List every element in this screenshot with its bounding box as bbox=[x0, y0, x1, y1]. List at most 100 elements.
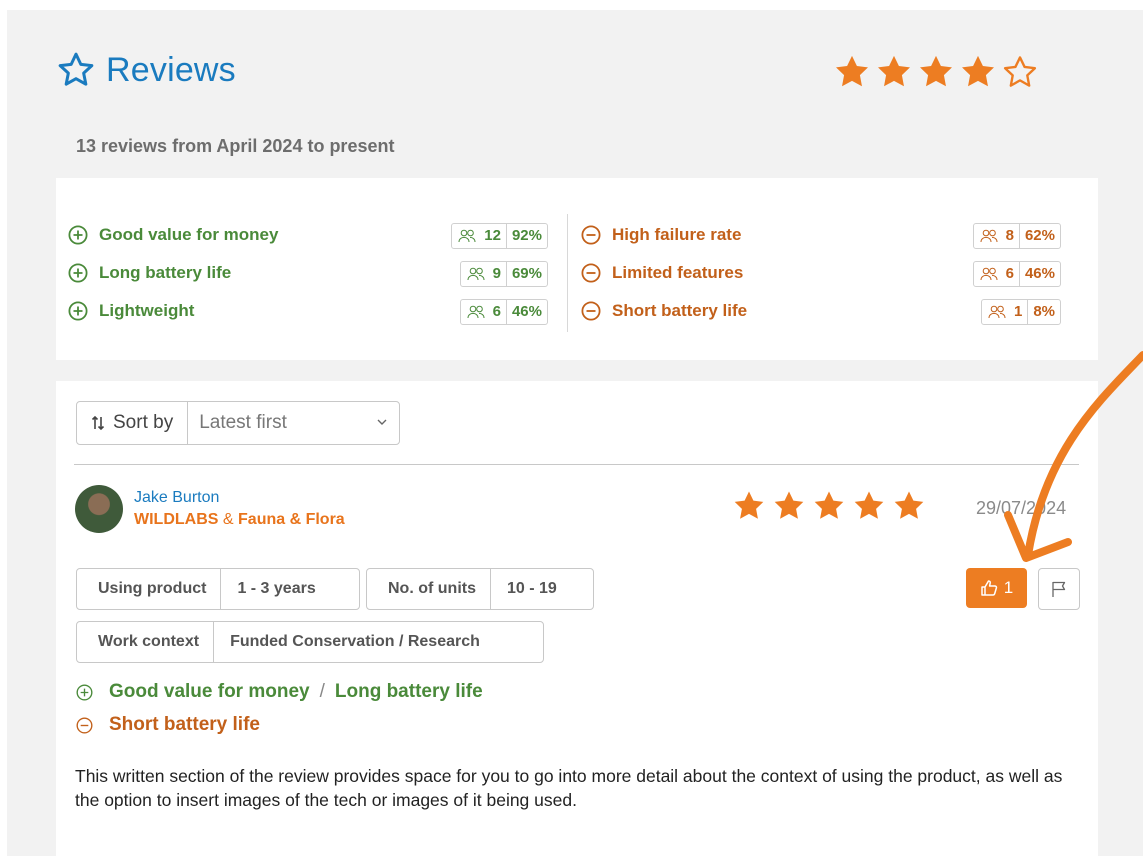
con-percent: 62% bbox=[1018, 224, 1060, 248]
review-pros: Good value for money / Long battery life bbox=[76, 681, 483, 703]
con-summary-row: High failure rate 8 62% bbox=[581, 216, 1061, 254]
page-header: Reviews bbox=[56, 50, 236, 90]
sort-label: Sort by bbox=[113, 412, 174, 433]
tag-value: 10 - 19 bbox=[506, 580, 557, 597]
con-count: 6 bbox=[1005, 265, 1014, 282]
con-count: 1 bbox=[1013, 303, 1023, 320]
tag-value: 1 - 3 years bbox=[237, 580, 316, 597]
plus-circle-icon bbox=[68, 301, 88, 321]
pro-percent: 46% bbox=[505, 300, 547, 324]
flag-icon bbox=[1052, 581, 1066, 597]
minus-circle-icon bbox=[76, 717, 93, 733]
sort-select[interactable]: Latest first bbox=[188, 402, 399, 444]
plus-circle-icon bbox=[76, 684, 93, 700]
page-title: Reviews bbox=[106, 50, 236, 89]
star-filled-icon bbox=[734, 491, 764, 519]
star-filled-icon bbox=[962, 55, 994, 87]
review-count-subtitle: 13 reviews from April 2024 to present bbox=[76, 136, 395, 156]
pro-summary-row: Long battery life 9 69% bbox=[68, 254, 548, 292]
con-summary-row: Limited features 6 46% bbox=[581, 254, 1061, 292]
users-icon bbox=[458, 229, 476, 243]
pro-label: Lightweight bbox=[99, 301, 195, 320]
sort-divider bbox=[74, 464, 1079, 465]
minus-circle-icon bbox=[581, 301, 601, 321]
minus-circle-icon bbox=[581, 225, 601, 245]
reviewer-organisations: WILDLABS & Fauna & Flora bbox=[134, 511, 345, 529]
review-rating bbox=[732, 489, 926, 523]
tag-key: No. of units bbox=[367, 569, 491, 609]
pro-count: 12 bbox=[484, 227, 501, 244]
pro-count: 9 bbox=[492, 265, 501, 282]
star-filled-icon bbox=[854, 491, 884, 519]
pro-count: 6 bbox=[492, 303, 501, 320]
review-body: This written section of the review provi… bbox=[75, 766, 1063, 810]
tag-key: Work context bbox=[77, 622, 215, 662]
avatar[interactable] bbox=[75, 485, 123, 533]
star-outline-icon bbox=[58, 52, 94, 86]
con-percent: 46% bbox=[1018, 262, 1060, 286]
pro-summary-row: Good value for money 12 92% bbox=[68, 216, 548, 254]
con-stat: 6 46% bbox=[972, 261, 1061, 287]
review-date: 29/07/2024 bbox=[976, 498, 1067, 518]
minus-circle-icon bbox=[581, 263, 601, 283]
work-context-tag: Work context Funded Conservation / Resea… bbox=[76, 621, 544, 663]
plus-circle-icon bbox=[68, 225, 88, 245]
pro-stat: 9 69% bbox=[459, 261, 548, 287]
org-link[interactable]: WILDLABS bbox=[134, 511, 218, 528]
org-link[interactable]: Fauna & Flora bbox=[238, 511, 345, 528]
sort-label-box: Sort by bbox=[77, 402, 189, 444]
report-button[interactable] bbox=[1038, 568, 1080, 610]
sort-selected-value: Latest first bbox=[199, 412, 287, 433]
users-icon bbox=[988, 305, 1006, 319]
plus-circle-icon bbox=[68, 263, 88, 283]
users-icon bbox=[980, 267, 998, 281]
review-pro-item: Long battery life bbox=[334, 681, 483, 702]
star-filled-icon bbox=[894, 491, 924, 519]
tag-value: Funded Conservation / Research bbox=[230, 633, 480, 650]
sort-icon bbox=[91, 415, 105, 431]
chevron-down-icon bbox=[377, 419, 387, 425]
pros-separator: / bbox=[319, 681, 325, 702]
con-label: Short battery life bbox=[612, 301, 748, 320]
cons-summary: High failure rate 8 62% Limited features… bbox=[581, 216, 1061, 330]
tag-key: Using product bbox=[77, 569, 222, 609]
pro-label: Good value for money bbox=[99, 225, 279, 244]
review-cons: Short battery life bbox=[76, 714, 260, 736]
like-count: 1 bbox=[1003, 578, 1014, 597]
star-filled-icon bbox=[836, 55, 868, 87]
overall-rating bbox=[833, 53, 1039, 91]
review-card: Sort by Latest first Jake Burton WILDLAB… bbox=[56, 381, 1098, 856]
pro-percent: 92% bbox=[505, 224, 547, 248]
summary-card: Good value for money 12 92% Long battery… bbox=[56, 178, 1098, 360]
thumbs-up-icon bbox=[981, 580, 997, 596]
con-label: Limited features bbox=[612, 263, 744, 282]
pro-stat: 6 46% bbox=[459, 299, 548, 325]
pro-summary-row: Lightweight 6 46% bbox=[68, 292, 548, 330]
con-label: High failure rate bbox=[612, 225, 742, 244]
reviewer-name-link[interactable]: Jake Burton bbox=[134, 489, 219, 507]
users-icon bbox=[980, 229, 998, 243]
con-percent: 8% bbox=[1027, 300, 1060, 324]
star-outline-icon bbox=[1003, 56, 1037, 87]
star-filled-icon bbox=[774, 491, 804, 519]
pros-summary: Good value for money 12 92% Long battery… bbox=[68, 216, 548, 330]
org-joiner: & bbox=[222, 511, 234, 528]
usage-duration-tag: Using product 1 - 3 years bbox=[76, 568, 360, 610]
review-con-item: Short battery life bbox=[109, 714, 260, 735]
con-stat: 1 8% bbox=[980, 299, 1061, 325]
con-count: 8 bbox=[1005, 227, 1014, 244]
pro-stat: 12 92% bbox=[451, 223, 548, 249]
users-icon bbox=[467, 305, 485, 319]
summary-divider bbox=[567, 214, 568, 332]
review-pro-item: Good value for money bbox=[109, 681, 310, 702]
star-filled-icon bbox=[814, 491, 844, 519]
users-icon bbox=[467, 267, 485, 281]
con-stat: 8 62% bbox=[972, 223, 1061, 249]
con-summary-row: Short battery life 1 8% bbox=[581, 292, 1061, 330]
star-filled-icon bbox=[920, 55, 952, 87]
pro-percent: 69% bbox=[505, 262, 547, 286]
star-filled-icon bbox=[878, 55, 910, 87]
units-tag: No. of units 10 - 19 bbox=[366, 568, 594, 610]
like-button[interactable]: 1 bbox=[966, 568, 1027, 608]
sort-control: Sort by Latest first bbox=[76, 401, 400, 445]
